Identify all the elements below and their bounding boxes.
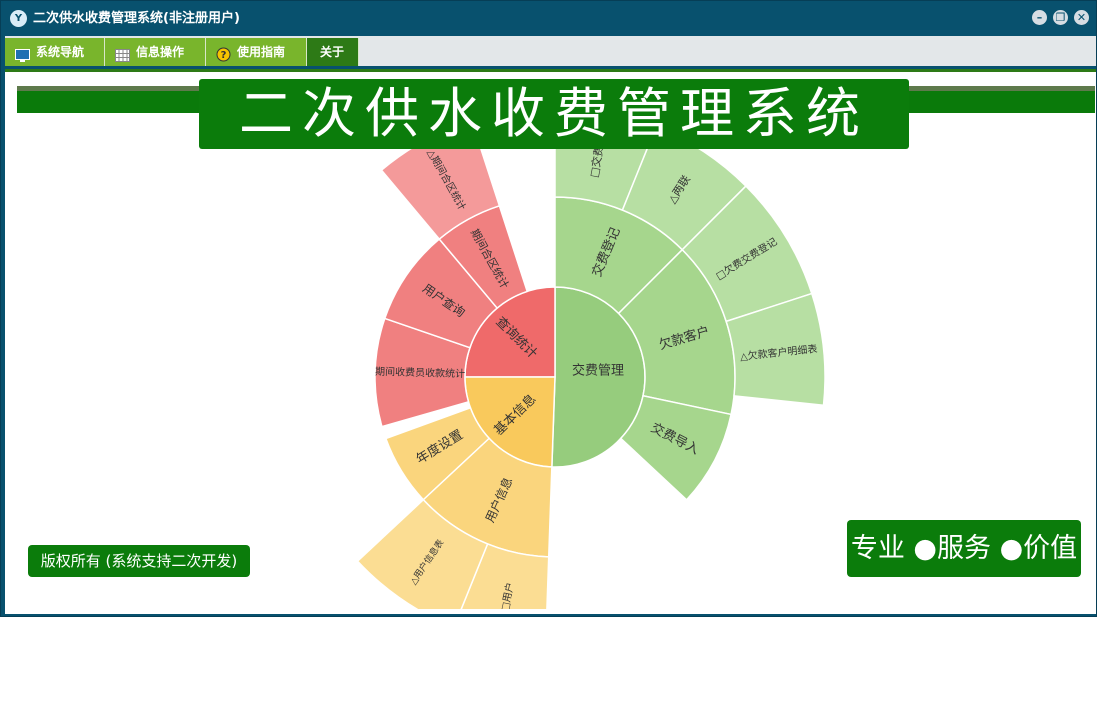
banner-title: 二次供水收费管理系统 <box>199 79 909 149</box>
copyright-label: 版权所有 (系统支持二次开发) <box>28 545 250 577</box>
sunburst-label: 交费管理 <box>572 363 624 379</box>
slogan-label: 专业 ●服务 ●价值 <box>847 520 1081 577</box>
